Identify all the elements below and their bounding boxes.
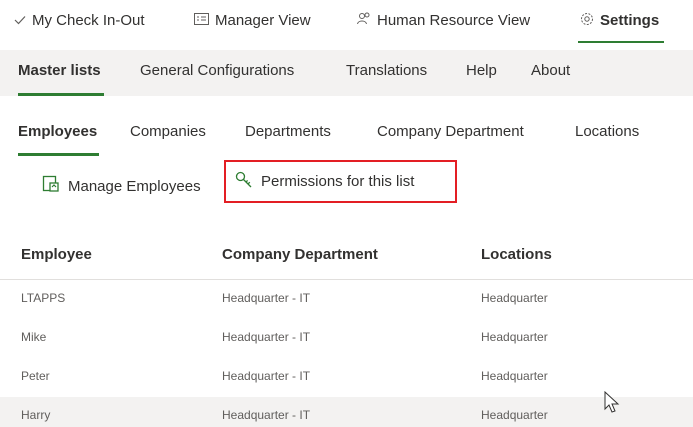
cell-employee: Harry xyxy=(21,408,51,422)
permissions-button[interactable]: Permissions for this list xyxy=(224,160,457,203)
table-row[interactable]: Peter Headquarter - IT Headquarter xyxy=(0,358,693,397)
subnav-translations[interactable]: Translations xyxy=(346,62,427,79)
active-tab-indicator xyxy=(18,153,99,156)
cell-location: Headquarter xyxy=(481,408,548,422)
column-header-employee[interactable]: Employee xyxy=(21,246,92,263)
cell-employee: Mike xyxy=(21,330,47,344)
cell-company-department: Headquarter - IT xyxy=(222,291,311,305)
subnav-help[interactable]: Help xyxy=(466,62,497,79)
tab-company-department[interactable]: Company Department xyxy=(377,123,524,140)
mouse-cursor-icon xyxy=(604,390,620,420)
subnav-master-lists[interactable]: Master lists xyxy=(18,62,101,79)
table-row[interactable]: Mike Headquarter - IT Headquarter xyxy=(0,319,693,358)
cell-company-department: Headquarter - IT xyxy=(222,369,311,383)
nav-my-check-in-out[interactable]: My Check In-Out xyxy=(14,9,145,31)
nav-label: Manager View xyxy=(215,11,311,29)
permissions-label: Permissions for this list xyxy=(261,173,415,190)
nav-label: Settings xyxy=(600,11,660,29)
subnav-general-configurations[interactable]: General Configurations xyxy=(140,62,294,79)
key-icon xyxy=(235,171,253,193)
tab-departments[interactable]: Departments xyxy=(245,123,331,140)
cell-company-department: Headquarter - IT xyxy=(222,408,311,422)
column-header-company-department[interactable]: Company Department xyxy=(222,246,378,263)
cell-location: Headquarter xyxy=(481,369,548,383)
table-row[interactable]: LTAPPS Headquarter - IT Headquarter xyxy=(0,280,693,319)
subnav-about[interactable]: About xyxy=(531,62,570,79)
nav-label: My Check In-Out xyxy=(32,11,145,29)
people-icon xyxy=(357,12,371,28)
manage-employees-button[interactable]: Manage Employees xyxy=(42,171,201,201)
table-header: Employee Company Department Locations xyxy=(0,234,693,280)
card-icon xyxy=(194,12,209,28)
table-row[interactable]: Harry Headquarter - IT Headquarter xyxy=(0,397,693,427)
nav-manager-view[interactable]: Manager View xyxy=(194,9,311,31)
cell-location: Headquarter xyxy=(481,330,548,344)
checkmark-icon xyxy=(14,13,26,28)
manage-employees-label: Manage Employees xyxy=(68,177,201,195)
top-navigation: My Check In-Out Manager View Human Resou… xyxy=(0,0,693,44)
nav-settings[interactable]: Settings xyxy=(580,9,659,31)
nav-human-resource-view[interactable]: Human Resource View xyxy=(357,9,530,31)
employees-table: Employee Company Department Locations LT… xyxy=(0,234,693,427)
tab-locations[interactable]: Locations xyxy=(575,123,639,140)
tab-employees[interactable]: Employees xyxy=(18,123,97,140)
cell-employee: Peter xyxy=(21,369,50,383)
settings-subnav: Master lists General Configurations Tran… xyxy=(0,50,693,96)
gear-icon xyxy=(580,12,594,29)
active-subnav-indicator xyxy=(18,93,104,96)
list-tabs: Employees Companies Departments Company … xyxy=(0,112,693,158)
nav-label: Human Resource View xyxy=(377,11,531,29)
active-nav-indicator xyxy=(578,41,664,43)
cell-location: Headquarter xyxy=(481,291,548,305)
column-header-locations[interactable]: Locations xyxy=(481,246,552,263)
cell-employee: LTAPPS xyxy=(21,291,66,305)
tab-companies[interactable]: Companies xyxy=(130,123,206,140)
cell-company-department: Headquarter - IT xyxy=(222,330,311,344)
manage-list-icon xyxy=(42,175,60,197)
